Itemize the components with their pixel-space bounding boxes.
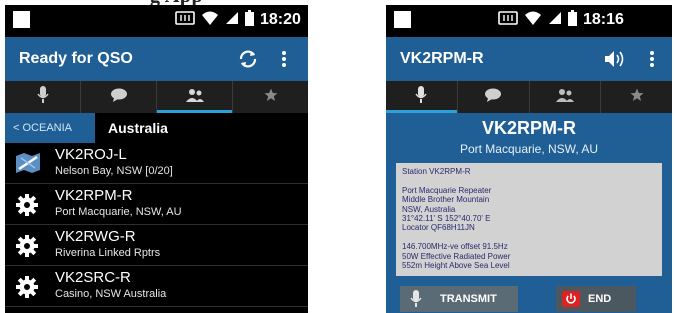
wifi-icon bbox=[524, 10, 542, 31]
status-bar: 18:20 bbox=[5, 5, 308, 37]
end-button[interactable]: END bbox=[556, 286, 636, 312]
star-icon bbox=[630, 88, 644, 107]
list-item[interactable]: VK2SRC-R Casino, NSW Australia bbox=[5, 266, 308, 307]
repeater-name: VK2SRC-R bbox=[55, 269, 131, 286]
transmit-button[interactable]: TRANSMIT bbox=[400, 286, 518, 312]
notification-square-icon bbox=[394, 11, 411, 28]
info-line: NSW, Australia bbox=[402, 204, 456, 214]
people-icon bbox=[185, 88, 205, 107]
info-line: Middle Brother Mountain bbox=[402, 195, 490, 205]
tab-bar bbox=[5, 81, 308, 113]
app-title: VK2RPM-R bbox=[400, 50, 484, 67]
clock: 18:20 bbox=[260, 11, 301, 28]
gear-icon bbox=[15, 275, 39, 304]
station-info-box: Station VK2RPM-R Port Macquarie Repeater… bbox=[396, 163, 662, 276]
overflow-menu-icon[interactable] bbox=[281, 48, 287, 75]
battery-icon bbox=[568, 9, 577, 31]
info-line bbox=[402, 176, 656, 185]
star-icon bbox=[264, 88, 278, 107]
repeater-location: Port Macquarie, NSW, AU bbox=[55, 206, 182, 218]
action-bar: Ready for QSO bbox=[5, 37, 308, 81]
info-line: Station VK2RPM-R bbox=[402, 167, 471, 176]
chat-icon bbox=[484, 88, 502, 107]
node-title: VK2RPM-R bbox=[481, 118, 576, 138]
gear-icon bbox=[15, 234, 39, 263]
info-line: Locator QF68H11JN bbox=[402, 223, 475, 233]
power-icon bbox=[562, 291, 580, 307]
refresh-icon[interactable] bbox=[237, 48, 259, 75]
node-detail-panel: VK2RPM-R Port Macquarie, NSW, AU Station… bbox=[386, 113, 672, 313]
signal-icon bbox=[548, 11, 562, 30]
repeater-location: Riverina Linked Rptrs bbox=[55, 247, 161, 259]
list-item[interactable]: VK2RPM-R Port Macquarie, NSW, AU bbox=[5, 184, 308, 225]
breadcrumb: < OCEANIA Australia bbox=[5, 113, 308, 143]
action-bar: VK2RPM-R bbox=[386, 37, 672, 81]
tab-transmit[interactable] bbox=[5, 81, 81, 113]
tab-chat[interactable] bbox=[81, 81, 157, 113]
status-bar: 18:16 bbox=[386, 5, 672, 37]
repeater-name: VK2ROJ-L bbox=[55, 146, 127, 163]
repeater-name: VK2RPM-R bbox=[55, 187, 133, 204]
notification-square-icon bbox=[13, 11, 30, 28]
people-icon bbox=[555, 88, 575, 107]
signal-icon bbox=[225, 11, 239, 30]
tab-chat[interactable] bbox=[458, 81, 530, 113]
info-line: 552m Height Above Sea Level bbox=[402, 260, 510, 270]
info-line: 31°42.11' S 152°40.70' E bbox=[402, 213, 491, 223]
tab-bar bbox=[386, 81, 672, 113]
transmit-label: TRANSMIT bbox=[440, 293, 497, 305]
breadcrumb-current: Australia bbox=[108, 120, 168, 136]
list-item[interactable]: VK2RWG-R Riverina Linked Rptrs bbox=[5, 225, 308, 266]
microphone-icon bbox=[410, 290, 422, 308]
wifi-icon bbox=[201, 10, 219, 31]
list-item[interactable]: VK2ROJ-L Nelson Bay, NSW [0/20] bbox=[5, 143, 308, 184]
tab-repeaters[interactable] bbox=[530, 81, 602, 113]
phone-screen-left: 18:20 Ready for QSO < OCEANIA Australia bbox=[5, 5, 308, 313]
repeater-location: Casino, NSW Australia bbox=[55, 288, 167, 300]
microphone-icon bbox=[415, 85, 427, 109]
end-label: END bbox=[588, 293, 612, 305]
microphone-icon bbox=[36, 85, 49, 109]
tab-favorites[interactable] bbox=[601, 81, 672, 113]
repeater-name: VK2RWG-R bbox=[55, 228, 136, 245]
clock: 18:16 bbox=[583, 11, 624, 28]
app-title: Ready for QSO bbox=[19, 50, 133, 67]
repeater-location: Nelson Bay, NSW [0/20] bbox=[55, 165, 173, 177]
nfc-icon bbox=[498, 10, 518, 30]
breadcrumb-parent[interactable]: < OCEANIA bbox=[5, 113, 95, 143]
tab-repeaters[interactable] bbox=[157, 81, 233, 113]
map-link-icon bbox=[15, 152, 41, 179]
tab-favorites[interactable] bbox=[233, 81, 308, 113]
info-line: Port Macquarie Repeater bbox=[402, 185, 492, 195]
info-line: 50W Effective Radiated Power bbox=[402, 251, 511, 261]
info-line bbox=[402, 233, 656, 242]
speaker-icon[interactable] bbox=[604, 50, 626, 73]
tab-transmit[interactable] bbox=[386, 81, 458, 113]
info-line: 146.700MHz-ve offset 91.5Hz bbox=[402, 242, 508, 252]
phone-screen-right: 18:16 VK2RPM-R VK2RPM-R Port Macquarie, … bbox=[386, 5, 672, 313]
nfc-icon bbox=[175, 10, 195, 30]
node-location: Port Macquarie, NSW, AU bbox=[459, 142, 599, 156]
chat-icon bbox=[110, 88, 128, 107]
overflow-menu-icon[interactable] bbox=[649, 48, 655, 75]
gear-icon bbox=[15, 193, 39, 222]
repeater-list: VK2ROJ-L Nelson Bay, NSW [0/20] VK2RPM-R… bbox=[5, 143, 308, 307]
battery-icon bbox=[245, 9, 254, 31]
